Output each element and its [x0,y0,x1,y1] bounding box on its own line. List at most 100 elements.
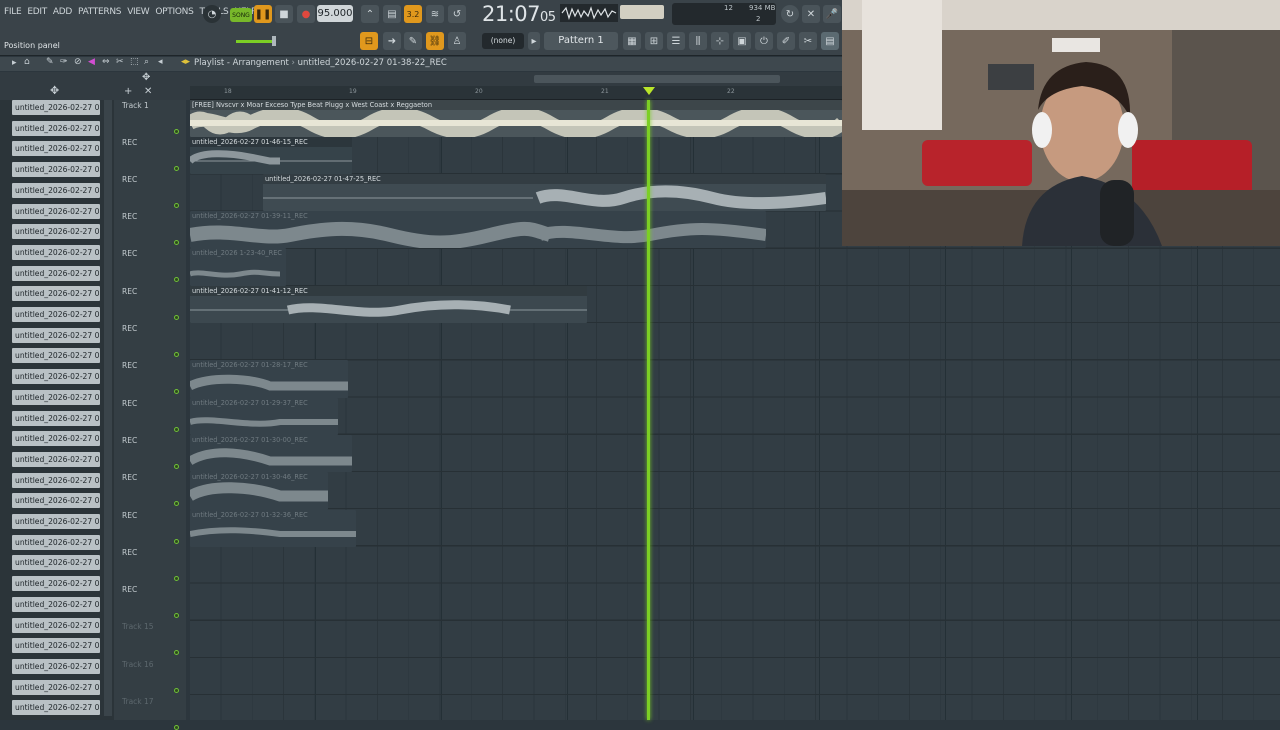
plugin-icon[interactable]: ⏻ [755,32,773,50]
paint-icon[interactable]: ✎ [404,32,422,50]
track-active-led[interactable] [174,389,179,394]
playlist-arrows-icon[interactable]: ◂▸ [181,57,190,67]
project-icon[interactable]: ▣ [733,32,751,50]
track-active-led[interactable] [174,576,179,581]
track-name[interactable]: REC [122,361,137,370]
track-name[interactable]: REC [122,175,137,184]
menu-options[interactable]: OPTIONS [155,7,193,17]
metronome-knob-icon[interactable]: ◔ [203,5,221,23]
browser-item[interactable]: untitled_2026-02-27 01-... [12,327,100,343]
stamp-icon[interactable]: ♙ [448,32,466,50]
track-name[interactable]: REC [122,249,137,258]
track-active-led[interactable] [174,240,179,245]
track-active-led[interactable] [174,650,179,655]
track-active-led[interactable] [174,277,179,282]
slip-tool-icon[interactable]: ⇔ [102,57,110,67]
song-time-display[interactable]: 21:0705 [482,2,556,26]
horizontal-move-icon[interactable]: ✥ [142,72,150,83]
audio-clip[interactable]: untitled_2026 1-23-40_REC [190,248,286,286]
blend-notes-icon[interactable]: ≋ [426,5,444,23]
remove-track-icon[interactable]: ✕ [144,86,152,97]
stop-icon[interactable]: ■ [275,5,293,23]
track-name[interactable]: REC [122,585,137,594]
browser-icon[interactable]: ⊹ [711,32,729,50]
track-name[interactable]: REC [122,473,137,482]
browser-item[interactable]: untitled_2026-02-27 01-... [12,534,100,550]
browser-item[interactable]: untitled_2026-02-27 01-... [12,617,100,633]
pattern-selector[interactable]: Pattern 1 [544,32,618,50]
browser-item[interactable]: untitled_2026-02-27 01-... [12,244,100,260]
menu-view[interactable]: VIEW [127,7,150,17]
playlist-icon[interactable]: ▦ [623,32,641,50]
draw-tool-icon[interactable]: ✎ [46,57,54,67]
track-active-led[interactable] [174,352,179,357]
browser-item[interactable]: untitled_2026-02-27 01-... [12,182,100,198]
prev-pattern-icon[interactable]: ▸ [528,32,540,50]
browser-item[interactable]: untitled_2026-02-27 01-... [12,203,100,219]
browser-item[interactable]: untitled_2026-02-27 01-... [12,431,100,447]
delete-tool-icon[interactable]: ⊘ [74,57,82,67]
track-name[interactable]: REC [122,138,137,147]
audio-clip[interactable]: untitled_2026-02-27 01-28-17_REC [190,360,348,398]
playhead-marker-icon[interactable] [643,87,655,95]
playhead-line[interactable] [647,100,650,720]
browser-item[interactable]: untitled_2026-02-27 01-... [12,514,100,529]
browser-item[interactable]: untitled_2026-02-27 01-... [12,451,100,467]
song-mode-button[interactable]: SONG [230,8,252,22]
track-name[interactable]: REC [122,287,137,296]
mute-tool-icon[interactable]: ◀ [88,57,95,67]
track-active-led[interactable] [174,203,179,208]
zoom-tool-icon[interactable]: ⌕ [144,57,149,67]
track-active-led[interactable] [174,688,179,693]
playback-tool-icon[interactable]: ◂ [158,57,163,67]
wait-input-icon[interactable]: ⌃ [361,5,379,23]
browser-item[interactable]: untitled_2026-02-27 01-... [12,286,100,302]
close-window-icon[interactable]: ✕ [802,5,820,23]
track-name[interactable]: REC [122,511,137,520]
master-pitch-slider[interactable] [236,40,276,43]
browser-item[interactable]: untitled_2026-02-27 01-... [12,307,100,322]
browser-item[interactable]: untitled_2026-02-27 01-... [12,410,100,426]
tools-icon[interactable]: ✂ [799,32,817,50]
add-track-icon[interactable]: + [124,86,132,97]
track-active-led[interactable] [174,501,179,506]
menu-patterns[interactable]: PATTERNS [78,7,121,17]
pen-icon[interactable]: ✐ [777,32,795,50]
paint-tool-icon[interactable]: ✑ [60,57,68,67]
browser-scrollbar[interactable] [104,100,112,716]
browser-item[interactable]: untitled_2026-02-27 01-... [12,224,100,240]
browser-item[interactable]: untitled_2026-02-27 01-... [12,369,100,385]
piano-roll-icon[interactable]: ☰ [667,32,685,50]
track-name[interactable]: REC [122,212,137,221]
mixer-icon[interactable]: ⫼ [689,32,707,50]
menu-add[interactable]: ADD [53,7,72,17]
track-name[interactable]: Track 17 [122,697,154,706]
slider-handle[interactable] [272,36,276,46]
browser-item[interactable]: untitled_2026-02-27 01-... [12,658,100,674]
audio-clip[interactable]: [FREE] Nvscvr x Moar Exceso Type Beat Pl… [190,100,842,137]
track-active-led[interactable] [174,464,179,469]
browser-item[interactable]: untitled_2026-02-27 01-... [12,638,100,654]
track-name[interactable]: REC [122,324,137,333]
track-active-led[interactable] [174,539,179,544]
audio-clip[interactable]: untitled_2026-02-27 01-41-12_REC [190,286,587,323]
browser-item[interactable]: untitled_2026-02-27 01-... [12,120,100,136]
audio-clip[interactable]: untitled_2026-02-27 01-30-46_REC [190,472,328,510]
move-icon[interactable]: ✥ [50,84,59,97]
microphone-icon[interactable]: 🎤 [823,5,841,23]
step-edit-icon[interactable]: ▤ [383,5,401,23]
audio-clip[interactable]: untitled_2026-02-27 01-47-25_REC [263,174,826,211]
countdown-icon[interactable]: 3.2 [404,5,422,23]
browser-item[interactable]: untitled_2026-02-27 01-... [12,596,100,612]
browser-item[interactable]: untitled_2026-02-27 01-... [12,493,100,509]
track-active-led[interactable] [174,129,179,134]
browser-item[interactable]: untitled_2026-02-27 01-... [12,472,100,488]
link-icon[interactable]: ⛓ [426,32,444,50]
select-tool-icon[interactable]: ⬚ [130,57,139,67]
pause-icon[interactable]: ❚❚ [254,5,272,23]
browser-item[interactable]: untitled_2026-02-27 01-... [12,576,100,592]
browser-item[interactable]: untitled_2026-02-27 01-... [12,348,100,364]
track-active-led[interactable] [174,613,179,618]
track-name[interactable]: REC [122,548,137,557]
track-name[interactable]: REC [122,399,137,408]
